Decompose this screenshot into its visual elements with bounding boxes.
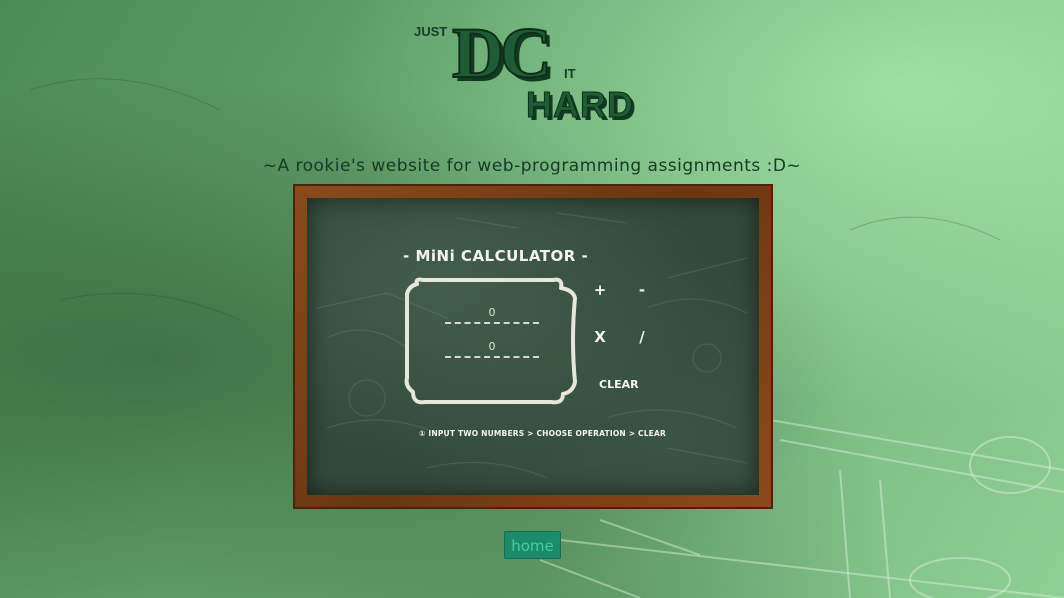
multiply-button[interactable]: X	[590, 327, 610, 347]
calculator-title: - MiNi CALCULATOR -	[403, 247, 589, 265]
divide-button[interactable]: /	[632, 327, 652, 347]
home-button[interactable]: home	[504, 531, 561, 559]
subtract-button[interactable]: -	[632, 280, 652, 300]
add-button[interactable]: +	[590, 280, 610, 300]
logo-hard-text: HARD	[526, 84, 634, 126]
clear-button[interactable]: CLEAR	[599, 378, 639, 391]
calculator-instructions: ① INPUT TWO NUMBERS > CHOOSE OPERATION >…	[419, 429, 666, 438]
first-number-input[interactable]	[445, 302, 539, 324]
second-number-input[interactable]	[445, 336, 539, 358]
logo-it-text: IT	[564, 66, 576, 81]
chalkboard: - MiNi CALCULATOR - + - X / CLEAR ① INPU…	[307, 198, 759, 495]
site-logo: JUST DC IT HARD	[412, 12, 652, 130]
chalkboard-frame: - MiNi CALCULATOR - + - X / CLEAR ① INPU…	[293, 184, 773, 509]
site-tagline: ~A rookie's website for web-programming …	[262, 156, 802, 176]
logo-dc-text: DC	[451, 12, 553, 94]
logo-just-text: JUST	[414, 24, 448, 39]
